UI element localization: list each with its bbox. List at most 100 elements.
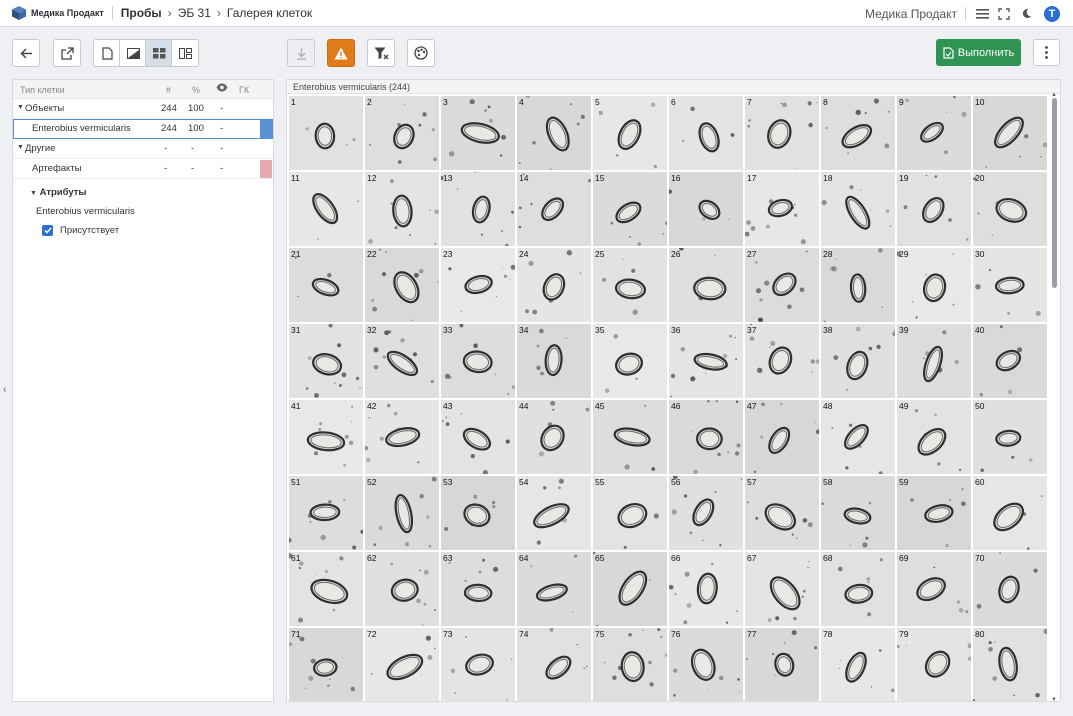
gallery-cell[interactable]: 43: [441, 400, 515, 474]
gallery-cell[interactable]: 21: [289, 248, 363, 322]
gallery-cell[interactable]: 78: [821, 628, 895, 701]
gallery-cell[interactable]: 53: [441, 476, 515, 550]
gallery-cell[interactable]: 29: [897, 248, 971, 322]
gallery-cell[interactable]: 11: [289, 172, 363, 246]
eye-icon[interactable]: [216, 83, 228, 94]
gallery-cell[interactable]: 32: [365, 324, 439, 398]
filter-button[interactable]: [367, 39, 395, 67]
user-avatar[interactable]: T: [1044, 5, 1060, 22]
gallery-cell[interactable]: 56: [669, 476, 743, 550]
gallery-cell[interactable]: 48: [821, 400, 895, 474]
color-palette-button[interactable]: [407, 39, 435, 67]
gallery-cell[interactable]: 54: [517, 476, 591, 550]
gallery-cell[interactable]: 41: [289, 400, 363, 474]
gallery-cell[interactable]: 36: [669, 324, 743, 398]
caret-down-icon[interactable]: ▼: [17, 104, 24, 111]
gallery-cell[interactable]: 40: [973, 324, 1047, 398]
gallery-cell[interactable]: 66: [669, 552, 743, 626]
open-external-button[interactable]: [53, 39, 81, 67]
gallery-cell[interactable]: 25: [593, 248, 667, 322]
gallery-cell[interactable]: 12: [365, 172, 439, 246]
gallery-cell[interactable]: 73: [441, 628, 515, 701]
gallery-cell[interactable]: 55: [593, 476, 667, 550]
gallery-cell[interactable]: 42: [365, 400, 439, 474]
back-button[interactable]: [12, 39, 40, 67]
gallery-cell[interactable]: 31: [289, 324, 363, 398]
gallery-cell[interactable]: 23: [441, 248, 515, 322]
gallery-cell[interactable]: 24: [517, 248, 591, 322]
breadcrumb-sample-id[interactable]: ЭБ 31: [178, 6, 211, 20]
gallery-cell[interactable]: 47: [745, 400, 819, 474]
gallery-cell[interactable]: 44: [517, 400, 591, 474]
gallery-cell[interactable]: 30: [973, 248, 1047, 322]
gallery-cell[interactable]: 35: [593, 324, 667, 398]
gallery-cell[interactable]: 9: [897, 96, 971, 170]
caret-down-icon[interactable]: ▼: [17, 144, 24, 151]
gallery-cell[interactable]: 61: [289, 552, 363, 626]
scroll-down-arrow-icon[interactable]: ▼: [1051, 697, 1057, 701]
gallery-cell[interactable]: 6: [669, 96, 743, 170]
gallery-cell[interactable]: 77: [745, 628, 819, 701]
column-header-percent[interactable]: %: [192, 85, 200, 95]
gallery-cell[interactable]: 39: [897, 324, 971, 398]
gallery-cell[interactable]: 38: [821, 324, 895, 398]
cell-type-row-objects[interactable]: ▼ Объекты 244 100 -: [13, 99, 273, 119]
gallery-cell[interactable]: 62: [365, 552, 439, 626]
gallery-cell[interactable]: 4: [517, 96, 591, 170]
view-image-button[interactable]: [119, 39, 147, 67]
gallery-cell[interactable]: 69: [897, 552, 971, 626]
view-split-button[interactable]: [171, 39, 199, 67]
gallery-cell[interactable]: 5: [593, 96, 667, 170]
run-button[interactable]: Выполнить: [936, 39, 1021, 66]
gallery-cell[interactable]: 68: [821, 552, 895, 626]
present-checkbox-row[interactable]: Присутствует: [42, 225, 119, 236]
gallery-cell[interactable]: 22: [365, 248, 439, 322]
gallery-cell[interactable]: 19: [897, 172, 971, 246]
cell-type-row-others[interactable]: ▼ Другие - - -: [13, 139, 273, 159]
gallery-cell[interactable]: 17: [745, 172, 819, 246]
fullscreen-icon[interactable]: [996, 6, 1012, 22]
gallery-cell[interactable]: 13: [441, 172, 515, 246]
cell-type-row-enterobius[interactable]: Enterobius vermicularis 244 100 -: [13, 119, 273, 139]
present-checkbox[interactable]: [42, 225, 53, 236]
gallery-scrollbar[interactable]: ▲ ▼: [1051, 92, 1058, 701]
gallery-cell[interactable]: 60: [973, 476, 1047, 550]
gallery-cell[interactable]: 34: [517, 324, 591, 398]
gallery-cell[interactable]: 8: [821, 96, 895, 170]
gallery-cell[interactable]: 63: [441, 552, 515, 626]
dark-mode-moon-icon[interactable]: [1018, 6, 1034, 22]
app-logo[interactable]: Медика Продакт: [11, 5, 104, 21]
gallery-cell[interactable]: 76: [669, 628, 743, 701]
cell-type-color-swatch[interactable]: [260, 160, 272, 178]
breadcrumb-samples[interactable]: Пробы: [121, 6, 162, 20]
gallery-cell[interactable]: 46: [669, 400, 743, 474]
gallery-cell[interactable]: 50: [973, 400, 1047, 474]
gallery-cell[interactable]: 65: [593, 552, 667, 626]
gallery-cell[interactable]: 27: [745, 248, 819, 322]
more-options-button[interactable]: [1033, 39, 1060, 66]
column-header-gk[interactable]: ГК: [239, 85, 249, 95]
gallery-cell[interactable]: 3: [441, 96, 515, 170]
gallery-cell[interactable]: 20: [973, 172, 1047, 246]
gallery-cell[interactable]: 33: [441, 324, 515, 398]
gallery-cell[interactable]: 67: [745, 552, 819, 626]
gallery-cell[interactable]: 45: [593, 400, 667, 474]
gallery-cell[interactable]: 64: [517, 552, 591, 626]
scrollbar-thumb[interactable]: [1052, 98, 1057, 288]
gallery-cell[interactable]: 16: [669, 172, 743, 246]
attributes-section[interactable]: ▼ Атрибуты: [30, 187, 87, 198]
gallery-cell[interactable]: 49: [897, 400, 971, 474]
column-header-type[interactable]: Тип клетки: [20, 85, 65, 95]
warning-button[interactable]: [327, 39, 355, 67]
collapse-panel-chevron-icon[interactable]: ‹: [3, 384, 6, 395]
gallery-cell[interactable]: 1: [289, 96, 363, 170]
gallery-cell[interactable]: 52: [365, 476, 439, 550]
gallery-cell[interactable]: 2: [365, 96, 439, 170]
gallery-cell[interactable]: 18: [821, 172, 895, 246]
gallery-cell[interactable]: 26: [669, 248, 743, 322]
gallery-cell[interactable]: 7: [745, 96, 819, 170]
gallery-cell[interactable]: 74: [517, 628, 591, 701]
menu-icon[interactable]: [974, 6, 990, 22]
gallery-cell[interactable]: 59: [897, 476, 971, 550]
gallery-cell[interactable]: 10: [973, 96, 1047, 170]
